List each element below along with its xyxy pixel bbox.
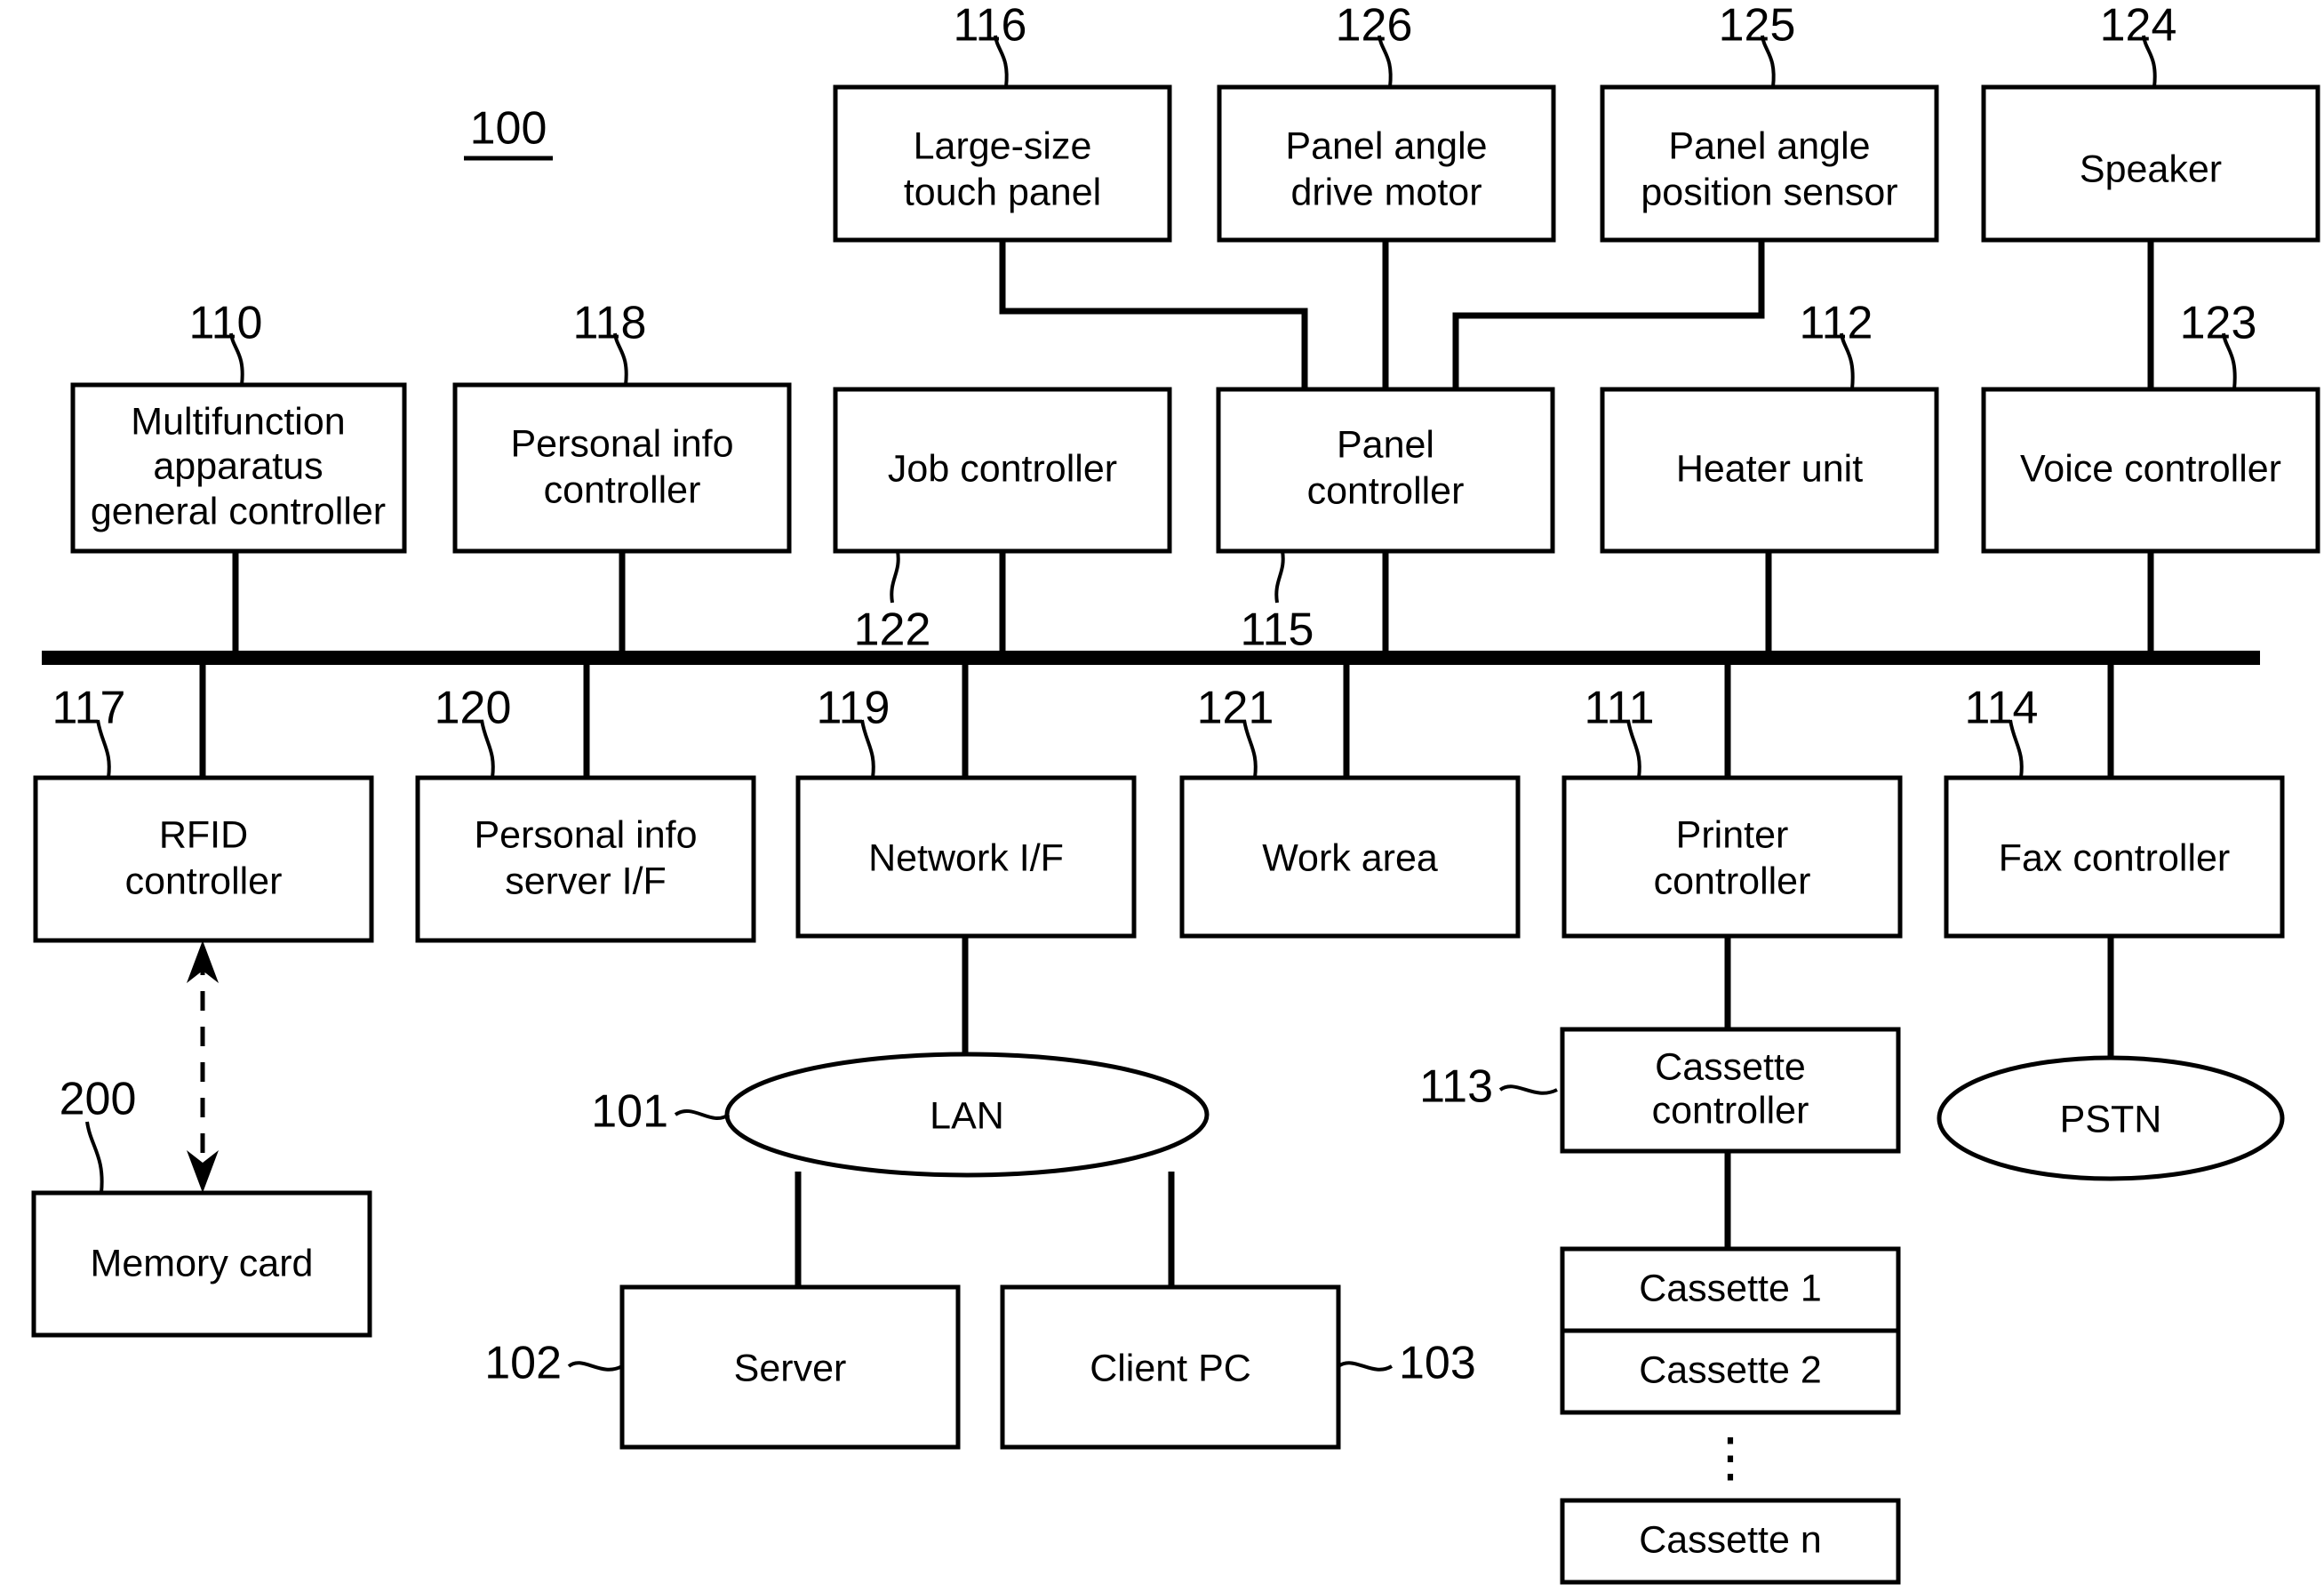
job-controller-label-line1: Job controller (888, 447, 1117, 490)
node-lan[interactable]: LAN 101 (591, 1052, 1210, 1178)
lan-label: LAN (930, 1094, 1004, 1137)
ref-103: 103 (1399, 1338, 1476, 1389)
node-heater-unit[interactable]: Heater unit 112 (1600, 298, 1939, 554)
ref-120: 120 (435, 683, 512, 734)
node-speaker[interactable]: Speaker 124 (1981, 0, 2320, 243)
server-label: Server (734, 1347, 847, 1389)
printer-controller-box[interactable] (1561, 775, 1903, 939)
ref-111: 111 (1584, 683, 1654, 734)
ref-114: 114 (1965, 683, 2039, 734)
node-personal-info-controller[interactable]: Personal info controller 118 (452, 298, 792, 554)
cassette-stack: Cassette 1 Cassette 2 ⋮ Cassette n (1560, 1246, 1901, 1585)
voice-controller-label-line1: Voice controller (2020, 447, 2281, 490)
ref-116: 116 (954, 0, 1027, 52)
ref-117: 117 (52, 683, 126, 734)
figure-number: 100 (470, 103, 547, 155)
node-panel-angle-position-sensor[interactable]: Panel angle position sensor 125 (1600, 0, 1939, 243)
cassette-ellipsis: ⋮ (1704, 1428, 1757, 1487)
arrowhead-up-rfid (187, 940, 219, 983)
printer-controller-label-line2: controller (1654, 860, 1811, 902)
ref-124: 124 (2100, 0, 2177, 52)
memory-card-label-line1: Memory card (91, 1242, 314, 1284)
cassette-n-label: Cassette n (1639, 1518, 1822, 1561)
cassette-2-label: Cassette 2 (1639, 1348, 1822, 1391)
personal-info-controller-label-line1: Personal info (511, 422, 734, 465)
work-area-label-line1: Work area (1262, 836, 1438, 879)
network-if-label-line1: Network I/F (868, 836, 1064, 879)
ref-123: 123 (2180, 298, 2257, 349)
ref-126: 126 (1336, 0, 1413, 52)
leader-113 (1498, 1084, 1558, 1095)
printer-controller-label-line1: Printer (1676, 813, 1789, 856)
leader-122 (890, 550, 900, 604)
ref-121: 121 (1197, 683, 1274, 734)
ref-101: 101 (591, 1086, 668, 1138)
ref-110: 110 (189, 298, 263, 349)
ref-122: 122 (854, 604, 931, 656)
node-work-area[interactable]: Work area 121 (1179, 683, 1521, 939)
cassette-1-label: Cassette 1 (1639, 1267, 1822, 1309)
conn-positionsensor-to-panelcontroller (1452, 240, 1765, 389)
node-client-pc[interactable]: Client PC 103 (1000, 1284, 1476, 1450)
node-panel-angle-drive-motor[interactable]: Panel angle drive motor 126 (1217, 0, 1556, 243)
panel-angle-position-sensor-label-line1: Panel angle (1668, 124, 1870, 167)
rfid-controller-label-line2: controller (125, 860, 283, 902)
node-pstn[interactable]: PSTN (1937, 1055, 2285, 1181)
arrowhead-down-memorycard (187, 1150, 219, 1193)
panel-angle-drive-motor-label-line1: Panel angle (1285, 124, 1487, 167)
heater-unit-label-line1: Heater unit (1676, 447, 1863, 490)
leader-101 (674, 1108, 731, 1121)
patent-block-diagram: 100 Large-size touch panel 116 Panel ang… (0, 0, 2324, 1592)
rfid-controller-label-line1: RFID (159, 813, 248, 856)
personal-info-controller-label-line2: controller (544, 468, 701, 511)
panel-angle-position-sensor-label-line2: position sensor (1641, 171, 1897, 213)
cassette-controller-label-line2: controller (1652, 1089, 1809, 1132)
ref-113: 113 (1419, 1061, 1493, 1113)
node-large-size-touch-panel[interactable]: Large-size touch panel 116 (833, 0, 1172, 243)
conn-touchpanel-to-panelcontroller (999, 240, 1308, 389)
ref-118: 118 (573, 298, 647, 349)
leader-102 (567, 1361, 623, 1372)
speaker-label-line1: Speaker (2080, 148, 2222, 190)
ref-200: 200 (60, 1074, 137, 1125)
ref-125: 125 (1719, 0, 1796, 52)
ref-112: 112 (1800, 298, 1873, 349)
figure-canvas: 100 Large-size touch panel 116 Panel ang… (31, 0, 2320, 1585)
ref-115: 115 (1241, 604, 1314, 656)
node-server[interactable]: Server 102 (484, 1284, 961, 1450)
personal-info-server-if-label-line2: server I/F (505, 860, 667, 902)
multifunction-general-controller-label-line2: apparatus (153, 444, 323, 487)
ref-119: 119 (817, 683, 890, 734)
multifunction-general-controller-label-line3: general controller (91, 490, 386, 532)
panel-angle-drive-motor-label-line2: drive motor (1290, 171, 1481, 213)
leader-115 (1274, 550, 1285, 604)
fax-controller-label-line1: Fax controller (1999, 836, 2230, 879)
node-cassette-controller[interactable]: Cassette controller 113 (1419, 1027, 1901, 1154)
pstn-label: PSTN (2060, 1098, 2162, 1140)
panel-controller-label-line2: controller (1307, 469, 1465, 512)
personal-info-server-if-label-line1: Personal info (475, 813, 698, 856)
node-multifunction-general-controller[interactable]: Multifunction apparatus general controll… (70, 298, 407, 554)
node-fax-controller[interactable]: Fax controller 114 (1944, 683, 2285, 939)
leader-103 (1337, 1361, 1394, 1372)
client-pc-label: Client PC (1090, 1347, 1251, 1389)
panel-controller-label-line1: Panel (1337, 423, 1434, 466)
large-size-touch-panel-label-line2: touch panel (904, 171, 1101, 213)
large-size-touch-panel-label-line1: Large-size (914, 124, 1092, 167)
multifunction-general-controller-label-line1: Multifunction (131, 400, 345, 443)
ref-102: 102 (484, 1338, 562, 1389)
cassette-controller-label-line1: Cassette (1655, 1045, 1806, 1088)
leader-200 (85, 1121, 104, 1194)
node-printer-controller[interactable]: Printer controller 111 (1561, 683, 1903, 939)
